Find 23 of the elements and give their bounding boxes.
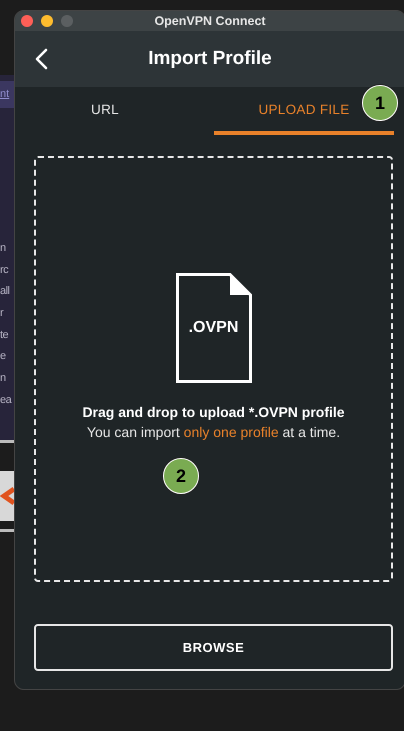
text-fragment: n bbox=[0, 371, 7, 386]
window-title: OpenVPN Connect bbox=[154, 14, 266, 28]
file-type-label: .OVPN bbox=[188, 319, 240, 337]
page-title: Import Profile bbox=[148, 48, 272, 70]
drop-zone[interactable]: .OVPN Drag and drop to upload *.OVPN profile You can import only one profile at a time. 2 bbox=[34, 156, 393, 582]
import-note: You can import only one profile at a time. bbox=[86, 424, 340, 440]
text-fragment: all bbox=[0, 284, 11, 300]
step-marker-overlay: 2 bbox=[163, 458, 199, 494]
text-fragment: e bbox=[0, 349, 7, 364]
close-button[interactable] bbox=[21, 15, 33, 27]
link[interactable]: nt bbox=[0, 81, 14, 108]
text-fragment: r bbox=[0, 306, 4, 322]
file-icon bbox=[176, 273, 252, 383]
step-marker-overlay: 1 bbox=[362, 85, 398, 121]
minimize-button[interactable] bbox=[41, 15, 53, 27]
text-fragment: te bbox=[0, 328, 10, 343]
browse-button[interactable]: BROWSE bbox=[34, 624, 393, 671]
back-icon[interactable] bbox=[34, 48, 48, 70]
drop-heading: Drag and drop to upload *.OVPN profile bbox=[82, 404, 345, 420]
text-fragment: rc bbox=[0, 262, 10, 278]
tab[interactable]: URL bbox=[15, 87, 195, 136]
text-fragment: ea bbox=[0, 392, 13, 408]
text-fragment: n bbox=[0, 241, 7, 256]
